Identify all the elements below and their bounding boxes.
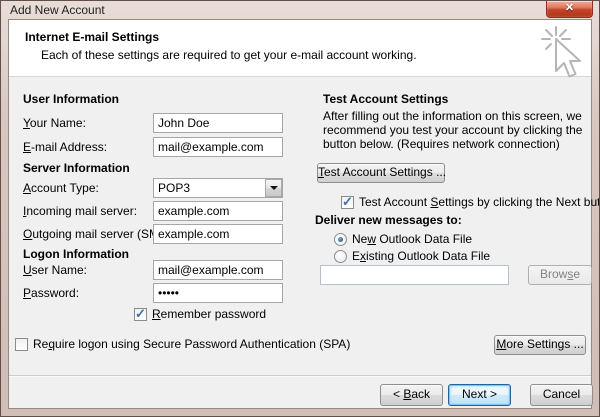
remember-password-label: Remember password [152, 307, 266, 321]
radio-icon[interactable] [334, 233, 347, 246]
password-label: Password: [23, 283, 79, 303]
radio-new-outlook-data-file[interactable]: New Outlook Data File [334, 232, 472, 246]
your-name-field[interactable] [153, 113, 283, 133]
checkbox-icon[interactable]: ✓ [15, 338, 28, 351]
new-account-cursor-icon [537, 24, 583, 86]
account-type-label: Account Type: [23, 178, 99, 198]
section-test-account-settings: Test Account Settings [323, 92, 448, 106]
back-button[interactable]: < Back [380, 384, 443, 406]
window-title: Add New Account [10, 3, 105, 17]
page-subtitle: Each of these settings are required to g… [41, 48, 417, 62]
logon-user-name-label: User Name: [23, 260, 87, 280]
spa-checkbox[interactable]: ✓ Require logon using Secure Password Au… [15, 337, 350, 351]
browse-button[interactable]: Browse [528, 265, 592, 285]
auto-test-label: Test Account Settings by clicking the Ne… [359, 195, 600, 209]
password-field[interactable] [153, 283, 283, 303]
section-user-information: User Information [23, 92, 119, 106]
more-settings-button[interactable]: More Settings ... [494, 335, 586, 355]
account-type-value: POP3 [158, 181, 190, 195]
section-deliver-new-messages: Deliver new messages to: [315, 213, 462, 227]
test-account-settings-button[interactable]: Test Account Settings ... [317, 163, 445, 183]
spa-label: Require logon using Secure Password Auth… [33, 337, 350, 351]
incoming-server-label: Incoming mail server: [23, 201, 137, 221]
cancel-button[interactable]: Cancel [530, 384, 593, 406]
remember-password-checkbox[interactable]: ✓ Remember password [134, 307, 266, 321]
next-button[interactable]: Next > [448, 384, 511, 406]
radio-existing-outlook-data-file[interactable]: Existing Outlook Data File [334, 249, 490, 263]
checkmark-icon: ✓ [342, 194, 353, 210]
titlebar[interactable]: Add New Account ✕ [1, 1, 599, 19]
your-name-label: Your Name: [23, 113, 86, 133]
page-title: Internet E-mail Settings [25, 30, 159, 44]
data-file-path-field[interactable] [320, 265, 509, 285]
incoming-server-field[interactable] [153, 201, 283, 221]
logon-user-name-field[interactable] [153, 260, 283, 280]
email-address-field[interactable] [153, 137, 283, 157]
auto-test-checkbox[interactable]: ✓ Test Account Settings by clicking the … [341, 195, 600, 209]
close-icon: ✕ [565, 2, 574, 14]
dialog-body: Internet E-mail Settings Each of these s… [8, 19, 592, 409]
add-new-account-dialog: Add New Account ✕ Internet E-mail Settin… [0, 0, 600, 417]
checkbox-icon[interactable]: ✓ [134, 308, 147, 321]
outgoing-server-field[interactable] [153, 224, 283, 244]
close-button[interactable]: ✕ [546, 1, 593, 18]
section-logon-information: Logon Information [23, 247, 129, 261]
chevron-down-icon [270, 186, 278, 190]
checkbox-icon[interactable]: ✓ [341, 196, 354, 209]
email-address-label: E-mail Address: [23, 137, 107, 157]
radio-icon[interactable] [334, 250, 347, 263]
radio-new-label: New Outlook Data File [352, 232, 472, 246]
checkmark-icon: ✓ [135, 306, 146, 322]
wizard-header: Internet E-mail Settings Each of these s… [9, 20, 591, 77]
account-type-dropdown[interactable]: POP3 [153, 178, 283, 198]
radio-existing-label: Existing Outlook Data File [352, 249, 490, 263]
section-server-information: Server Information [23, 161, 130, 175]
dropdown-button[interactable] [265, 179, 282, 197]
test-account-description: After filling out the information on thi… [323, 109, 600, 151]
